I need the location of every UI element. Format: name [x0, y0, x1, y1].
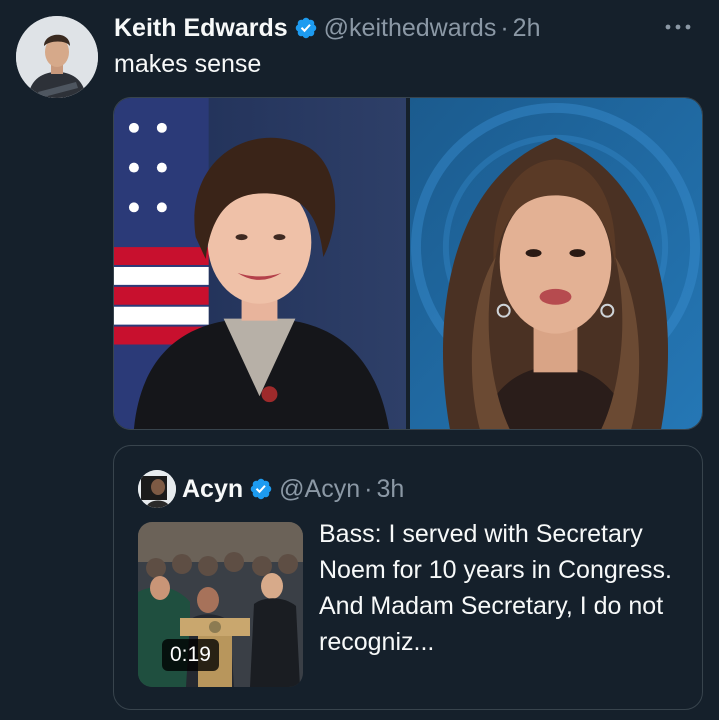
tweet[interactable]: Keith Edwards @keithedwards · 2h makes s… [0, 0, 719, 720]
quoted-post-text: Bass: I served with Secretary Noem for 1… [319, 520, 672, 656]
quoted-author-handle[interactable]: @Acyn [279, 475, 360, 504]
quoted-author-avatar[interactable] [138, 470, 176, 508]
separator-dot: · [364, 474, 373, 503]
author-handle[interactable]: @keithedwards [324, 14, 497, 43]
photo-left[interactable] [114, 98, 406, 429]
author-name[interactable]: Keith Edwards [114, 14, 288, 43]
separator-dot: · [500, 13, 509, 42]
more-options-icon[interactable] [661, 16, 695, 38]
video-duration: 0:19 [162, 639, 219, 671]
photo-right[interactable] [410, 98, 702, 429]
quoted-tweet[interactable]: Acyn @Acyn · 3h 0:19 Bass: I served with… [113, 445, 703, 710]
post-text: makes sense [114, 50, 262, 78]
quoted-author-name[interactable]: Acyn [182, 475, 243, 504]
quoted-tweet-header: Acyn @Acyn · 3h [182, 470, 404, 508]
tweet-header: Keith Edwards @keithedwards · 2h [114, 10, 540, 46]
verified-badge-icon [250, 478, 272, 500]
quoted-post-time[interactable]: 3h [376, 475, 404, 504]
video-thumbnail[interactable]: 0:19 [138, 522, 303, 687]
post-time[interactable]: 2h [513, 14, 541, 43]
author-avatar[interactable] [16, 16, 98, 98]
verified-badge-icon [295, 17, 316, 39]
post-media[interactable] [113, 97, 703, 430]
